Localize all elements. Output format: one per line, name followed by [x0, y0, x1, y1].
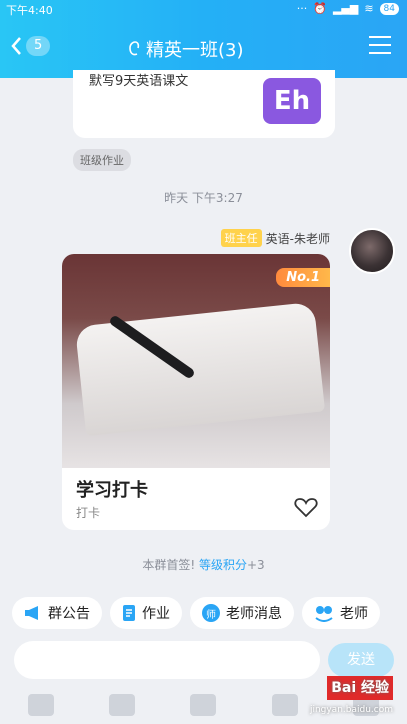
- teacher-button[interactable]: 老师: [302, 597, 380, 629]
- heart-icon[interactable]: [294, 496, 318, 518]
- avatar[interactable]: [349, 228, 395, 274]
- ear-icon: [129, 41, 140, 56]
- message-input-row: 发送: [14, 641, 394, 679]
- app-header: 下午4:40 ··· ⏰ ▂▄▆ ≋ 84 5 精英一班(3): [0, 0, 407, 78]
- document-icon: [123, 605, 135, 621]
- chip-label: 群公告: [48, 606, 90, 622]
- sender-info: 班主任 英语-朱老师: [220, 229, 330, 247]
- group-name: 精英一班(3): [146, 40, 244, 61]
- alarm-icon: ⏰: [313, 2, 327, 15]
- wifi-icon: ≋: [364, 2, 374, 15]
- previous-card-text: 默写9天英语课文: [89, 74, 189, 89]
- title-bar: 5 精英一班(3): [0, 22, 407, 74]
- homework-button[interactable]: 作业: [110, 597, 182, 629]
- page-title: 精英一班(3): [128, 36, 244, 62]
- image-icon[interactable]: [109, 694, 136, 716]
- unread-count-badge: 5: [26, 36, 51, 56]
- megaphone-icon: [25, 606, 38, 620]
- checkin-message-card[interactable]: No.1 学习打卡 打卡: [62, 254, 330, 530]
- teacher-group-icon: [315, 606, 333, 622]
- more-icon: ···: [296, 2, 308, 15]
- signal-icon: ▂▄▆: [332, 2, 359, 15]
- baidu-watermark: Bai 经验 jingyan.baidu.com: [271, 676, 401, 722]
- teacher-icon: 师: [202, 604, 220, 622]
- message-timestamp: 昨天 下午3:27: [164, 191, 243, 205]
- quick-actions: 群公告 作业 师 老师消息 老师: [12, 597, 380, 629]
- rank-badge: No.1: [276, 268, 330, 287]
- teacher-messages-button[interactable]: 师 老师消息: [190, 597, 294, 629]
- watermark-text: Bai 经验: [327, 676, 393, 700]
- chip-label: 老师消息: [226, 606, 282, 622]
- level-points-link[interactable]: 等级积分: [199, 558, 247, 572]
- watermark-sub: jingyan.baidu.com: [309, 705, 393, 715]
- status-icons: ··· ⏰ ▂▄▆ ≋ 84: [297, 2, 399, 15]
- back-button[interactable]: 5: [10, 36, 51, 56]
- group-announcement-button[interactable]: 群公告: [12, 597, 102, 629]
- homework-tag: 班级作业: [73, 149, 131, 171]
- notice-suffix: +3: [246, 558, 265, 572]
- camera-icon[interactable]: [190, 694, 217, 716]
- send-button[interactable]: 发送: [328, 643, 394, 677]
- status-time: 下午4:40: [6, 4, 53, 17]
- book-image: No.1: [62, 254, 330, 468]
- sender-name: 英语-朱老师: [265, 231, 330, 246]
- card-subtitle: 打卡: [76, 506, 101, 520]
- battery-icon: 84: [379, 2, 399, 15]
- voice-icon[interactable]: [27, 694, 54, 716]
- menu-button[interactable]: [369, 36, 391, 54]
- notice-prefix: 本群首签!: [142, 558, 199, 572]
- checkin-notice: 本群首签! 等级积分+3: [0, 556, 407, 573]
- status-bar: 下午4:40 ··· ⏰ ▂▄▆ ≋ 84: [0, 0, 407, 18]
- chevron-left-icon: [11, 37, 21, 55]
- role-badge: 班主任: [220, 229, 262, 247]
- english-logo-icon: Eh: [263, 78, 321, 124]
- message-input[interactable]: [14, 641, 320, 679]
- card-title: 学习打卡: [76, 480, 148, 501]
- chip-label: 老师: [340, 606, 368, 622]
- chip-label: 作业: [142, 606, 170, 622]
- previous-message-card[interactable]: 默写9天英语课文 Eh: [73, 70, 335, 138]
